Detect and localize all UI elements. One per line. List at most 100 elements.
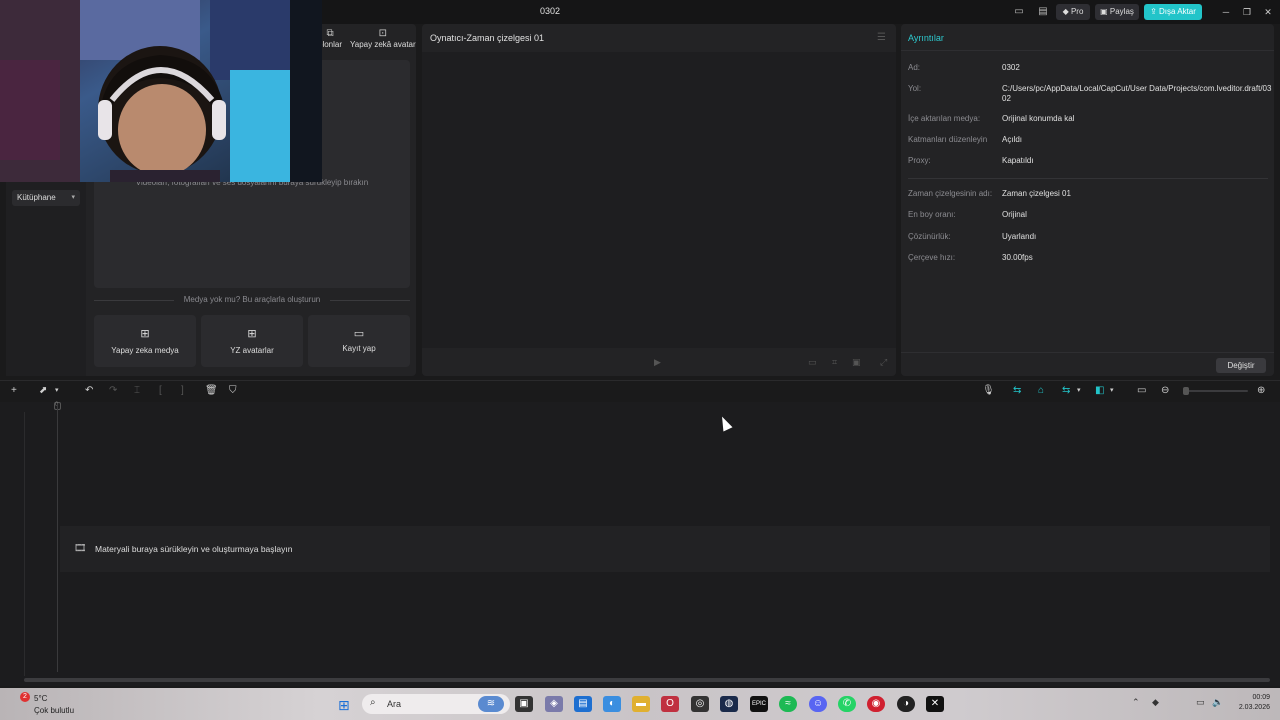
steam-alt-icon[interactable]: ◍ [720,696,738,712]
file-explorer-icon[interactable]: ▬ [632,696,650,712]
preview-axis-icon[interactable]: ▭ [1137,384,1146,398]
export-label: Dışa Aktar [1159,7,1196,16]
discord-icon[interactable]: ☺ [809,696,827,712]
detail-value: 0302 [1002,63,1020,72]
ai-avatars-button[interactable]: ⊞ YZ avatarlar [201,315,303,367]
whatsapp-icon[interactable]: ✆ [838,696,856,712]
main-track-dropzone[interactable]: 🎞 Materyali buraya sürükleyin ve oluştur… [60,526,1270,572]
capcut-icon[interactable]: ✕ [926,696,944,712]
zoom-out-icon[interactable]: ⊖ [1161,384,1169,398]
redo-icon[interactable]: ↷ [109,384,117,398]
shortcuts-icon[interactable]: ▤ [1034,5,1052,19]
trim-left-icon[interactable]: [ [159,384,162,398]
display-icon[interactable]: ▭ [1196,697,1205,708]
detail-key: En boy oranı: [908,210,956,219]
quality-icon[interactable]: ▣ [852,357,861,368]
copilot-icon[interactable]: ◐ [603,696,621,712]
details-footer: Değiştir [901,352,1274,376]
library-dropdown[interactable]: Kütüphane ▾ [12,190,80,206]
media-sidebar [6,180,86,376]
search-icon: ⌕ [370,697,376,708]
detail-key: Yol: [908,84,922,93]
weather-description: Çok bulutlu [34,706,75,715]
details-header-line [901,50,1274,51]
detail-key: Çerçeve hızı: [908,253,956,262]
store-icon[interactable]: ▤ [574,696,592,712]
pro-button[interactable]: ◆ Pro [1056,4,1090,20]
close-icon[interactable]: ✕ [1258,4,1278,20]
volume-icon[interactable]: 🔈 [1212,697,1223,708]
layout-icon[interactable]: ▭ [1010,5,1028,19]
weather-badge: 2 [20,692,30,702]
ai-media-button[interactable]: ⊞ Yapay zeka medya [94,315,196,367]
ai-avatar-icon: ⊞ [247,328,257,340]
export-button[interactable]: ⇪ Dışa Aktar [1144,4,1202,20]
chevron-down-icon[interactable]: ▾ [1110,384,1114,398]
detail-value: C:/Users/pc/AppData/Local/CapCut/User Da… [1002,84,1272,103]
track-header-divider [24,412,25,676]
fullscreen-icon[interactable]: ⤢ [880,357,887,368]
timeline-toolbar [0,380,1280,402]
task-view-icon[interactable]: ▣ [515,696,533,712]
share-button[interactable]: ▣ Paylaş [1095,4,1139,20]
ratio-icon[interactable]: ▭ [808,357,817,368]
menu-icon[interactable]: ☰ [877,32,886,43]
select-tool-icon[interactable]: ⬈ [39,384,47,398]
minimize-icon[interactable]: ─ [1216,4,1236,20]
detail-value: Uyarlandı [1002,232,1037,241]
app-icon[interactable]: ◈ [545,696,563,712]
delete-icon[interactable]: 🗑 [205,384,218,398]
snap-icon[interactable]: ⇆ [1062,384,1070,398]
restore-icon[interactable]: ❐ [1237,4,1257,20]
details-title: Ayrıntılar [908,33,944,43]
app-dark-icon[interactable]: ◑ [897,696,915,712]
split-screen-icon[interactable]: ◧ [1095,384,1104,398]
trim-right-icon[interactable]: ] [181,384,184,398]
detail-value: 30.00fps [1002,253,1033,262]
play-icon[interactable]: ▶ [654,357,661,368]
detail-value: Kapatıldı [1002,156,1034,165]
opera-icon[interactable]: O [661,696,679,712]
crop-icon[interactable]: ⌗ [832,357,837,368]
magnet-icon[interactable]: ⌂ [1038,384,1044,398]
link-icon[interactable]: ⇆ [1013,384,1021,398]
windows-start-icon[interactable]: ⊞ [338,697,354,713]
record-button[interactable]: ▭ Kayıt yap [308,315,410,367]
add-track-icon[interactable]: + [11,384,17,398]
search-highlight-icon[interactable]: ≋ [478,696,504,712]
clock-time: 00:09 [1252,694,1270,701]
chevron-down-icon[interactable]: ▾ [55,384,59,398]
undo-icon[interactable]: ↶ [85,384,93,398]
chevron-up-icon[interactable]: ⌃ [1132,697,1140,708]
ai-media-icon: ⊞ [140,328,150,340]
detail-key: Çözünürlük: [908,232,951,241]
detail-key: Proxy: [908,156,931,165]
tab-ai-avatar[interactable]: ⊡ Yapay zekâ avatar [350,28,416,49]
ai-avatar-icon: ⊡ [378,28,388,39]
tray-app-icon[interactable]: ◆ [1152,697,1159,708]
player-title: Oynatıcı-Zaman çizelgesi 01 [430,33,545,43]
zoom-slider-handle[interactable] [1183,387,1189,395]
zoom-in-icon[interactable]: ⊕ [1257,384,1265,398]
timeline-scrollbar[interactable] [24,678,1270,682]
shield-icon[interactable]: ⛉ [229,384,237,398]
detail-key: Ad: [908,63,921,72]
detail-value: Zaman çizelgesi 01 [1002,189,1071,198]
chevron-down-icon[interactable]: ▾ [1077,384,1081,398]
spotify-icon[interactable]: ≈ [779,696,797,712]
tab-ai-avatar-label: Yapay zekâ avatar [350,40,416,49]
film-icon: 🎞 [74,543,87,554]
steam-icon[interactable]: ◎ [691,696,709,712]
webcam-overlay [0,0,322,182]
playhead[interactable] [57,404,58,672]
microphone-icon[interactable]: 🎙 [982,384,995,398]
zoom-slider[interactable] [1186,390,1248,392]
pro-label: Pro [1070,7,1084,16]
change-button[interactable]: Değiştir [1216,358,1266,373]
split-icon[interactable]: ⌶ [134,384,140,398]
app-red-icon[interactable]: ◉ [867,696,885,712]
epic-games-icon[interactable]: EPIC [750,696,768,712]
taskbar-clock[interactable]: 00:09 2.03.2026 [1232,693,1270,713]
library-label: Kütüphane [17,193,56,202]
share-label: Paylaş [1109,7,1134,16]
